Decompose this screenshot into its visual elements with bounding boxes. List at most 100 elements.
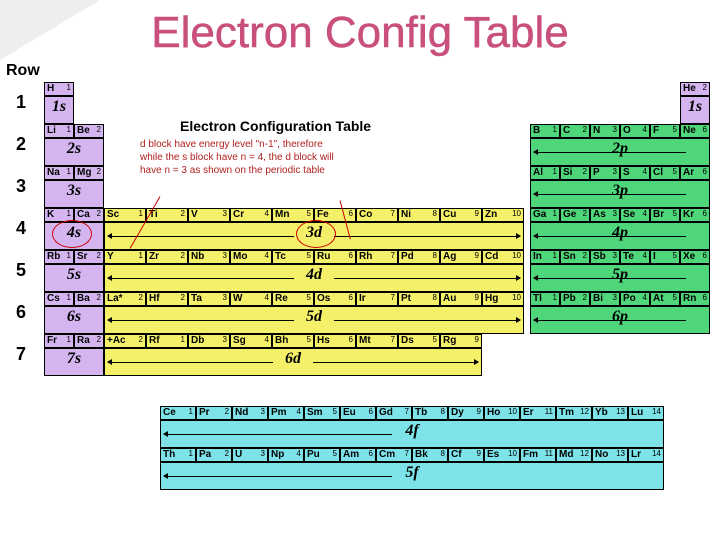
element-cell-hg: Hg10 xyxy=(482,292,524,306)
element-number: 7 xyxy=(391,252,395,260)
element-number: 8 xyxy=(433,294,437,302)
element-symbol: Sb xyxy=(593,252,606,262)
element-cell-ir: Ir7 xyxy=(356,292,398,306)
element-symbol: W xyxy=(233,294,242,304)
element-symbol: V xyxy=(191,210,198,220)
element-cell-cs: Cs 1 xyxy=(44,292,74,306)
element-cell-ru: Ru6 xyxy=(314,250,356,264)
element-cell-y: Y1 xyxy=(104,250,146,264)
element-number: 5 xyxy=(673,252,677,260)
element-number: 6 xyxy=(369,408,373,416)
element-cell-np: Np4 xyxy=(268,448,304,462)
element-symbol: Ga xyxy=(533,210,546,220)
element-symbol: Ta xyxy=(191,294,202,304)
element-cell-al: Al 1 xyxy=(530,166,560,180)
element-symbol: Cs xyxy=(47,294,60,304)
element-number: 7 xyxy=(391,294,395,302)
element-cell-w: W4 xyxy=(230,292,272,306)
element-cell-sm: Sm5 xyxy=(304,406,340,420)
element-number: 9 xyxy=(475,252,479,260)
element-number: 9 xyxy=(475,336,479,344)
element-symbol: Eu xyxy=(343,408,356,418)
element-cell-h: H1 xyxy=(44,82,74,96)
element-symbol: Tb xyxy=(415,408,427,418)
element-cell-zr: Zr2 xyxy=(146,250,188,264)
element-number: 3 xyxy=(613,252,617,260)
element-number: 2 xyxy=(97,168,101,176)
element-symbol: Cd xyxy=(485,252,498,262)
orbital-label: 3s xyxy=(44,182,104,200)
element-cell-fr: Fr1 xyxy=(44,334,74,348)
element-cell-eu: Eu 6 xyxy=(340,406,376,420)
element-symbol: Rb xyxy=(47,252,60,262)
element-symbol: Cu xyxy=(443,210,456,220)
orbital-label: 1s xyxy=(44,98,74,116)
element-symbol: Rf xyxy=(149,336,160,346)
element-cell-cm: Cm7 xyxy=(376,448,412,462)
element-number: 4 xyxy=(297,450,301,458)
element-number: 1 xyxy=(189,450,193,458)
element-number: 1 xyxy=(67,126,71,134)
element-cell-sr: Sr2 xyxy=(74,250,104,264)
element-cell-mn: Mn5 xyxy=(272,208,314,222)
element-symbol: Fm xyxy=(523,450,538,460)
element-number: 3 xyxy=(223,336,227,344)
element-cell-se: Se4 xyxy=(620,208,650,222)
element-number: 6 xyxy=(703,252,707,260)
element-cell-ho: Ho10 xyxy=(484,406,520,420)
orbital-label: 6d xyxy=(104,350,482,368)
element-number: 10 xyxy=(508,450,517,458)
element-cell-tl: Tl1 xyxy=(530,292,560,306)
element-cell-nd: Nd3 xyxy=(232,406,268,420)
element-symbol: Yb xyxy=(595,408,608,418)
element-number: 13 xyxy=(616,450,625,458)
orbital-label: 5p xyxy=(530,266,710,284)
element-number: 1 xyxy=(67,294,71,302)
element-symbol: Os xyxy=(317,294,330,304)
element-cell-p: P3 xyxy=(590,166,620,180)
row-number: 7 xyxy=(16,344,26,365)
arrow-icon xyxy=(334,236,520,237)
element-number: 1 xyxy=(67,252,71,260)
element-cell-na: Na1 xyxy=(44,166,74,180)
row-number: 4 xyxy=(16,218,26,239)
row-number: 6 xyxy=(16,302,26,323)
element-symbol: Al xyxy=(533,168,543,178)
orbital-label: 6s xyxy=(44,308,104,326)
element-cell-co: Co7 xyxy=(356,208,398,222)
element-cell-n: N3 xyxy=(590,124,620,138)
element-cell-he: He2 xyxy=(680,82,710,96)
element-number: 2 xyxy=(139,294,143,302)
element-symbol: P xyxy=(593,168,600,178)
element-number: 12 xyxy=(580,450,589,458)
arrow-icon xyxy=(534,236,686,237)
element-number: 4 xyxy=(643,294,647,302)
element-symbol: Th xyxy=(163,450,175,460)
element-symbol: Ne xyxy=(683,126,696,136)
row-number: 5 xyxy=(16,260,26,281)
element-cell-ds: Ds5 xyxy=(398,334,440,348)
element-number: 2 xyxy=(181,294,185,302)
element-cell-tm: Tm12 xyxy=(556,406,592,420)
element-cell-fm: Fm11 xyxy=(520,448,556,462)
element-number: 1 xyxy=(553,168,557,176)
element-symbol: In xyxy=(533,252,542,262)
element-number: 9 xyxy=(475,210,479,218)
element-cell-rg: Rg9 xyxy=(440,334,482,348)
row-header: Row xyxy=(6,62,40,80)
element-symbol: La* xyxy=(107,294,123,304)
element-cell-rn: Rn6 xyxy=(680,292,710,306)
orbital-label: 5d xyxy=(104,308,524,326)
element-number: 8 xyxy=(441,408,445,416)
element-symbol: Lu xyxy=(631,408,643,418)
highlight-circle-4s xyxy=(52,220,92,248)
element-symbol: Bh xyxy=(275,336,288,346)
element-cell-md: Md12 xyxy=(556,448,592,462)
arrow-icon xyxy=(108,278,294,279)
element-symbol: Zr xyxy=(149,252,159,262)
element-cell-zn: Zn10 xyxy=(482,208,524,222)
element-number: 6 xyxy=(349,210,353,218)
element-number: 3 xyxy=(223,252,227,260)
element-number: 4 xyxy=(265,294,269,302)
element-symbol: Co xyxy=(359,210,372,220)
